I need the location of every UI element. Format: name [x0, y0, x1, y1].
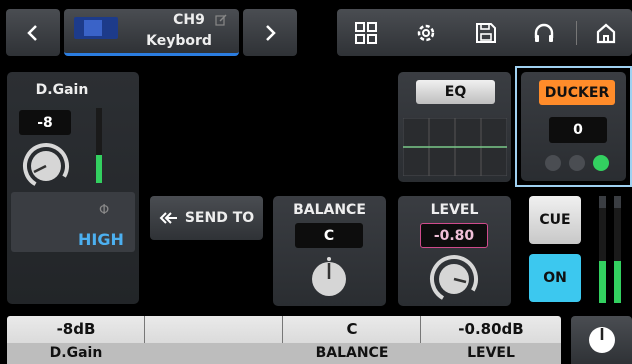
edit-icon[interactable]	[215, 14, 227, 26]
chevron-right-icon	[266, 24, 276, 41]
level-value: -0.80	[420, 223, 488, 248]
bottom-cell-balance[interactable]: C BALANCE	[283, 316, 421, 364]
bottom-cell-value: C	[346, 320, 358, 338]
balance-value: C	[295, 223, 363, 248]
knob-icon	[588, 327, 615, 353]
ducker-value: 0	[549, 117, 607, 143]
cue-button[interactable]: CUE	[529, 196, 581, 244]
overview-button[interactable]	[343, 9, 389, 56]
bottom-knob-button[interactable]	[571, 316, 632, 364]
next-channel-button[interactable]	[243, 9, 297, 56]
ducker-button[interactable]: DUCKER	[539, 80, 615, 105]
eq-curve-graph	[403, 118, 507, 176]
bottom-cell-level[interactable]: -0.80dB LEVEL	[421, 316, 561, 364]
balance-panel[interactable]: BALANCE C	[273, 196, 386, 306]
eq-button[interactable]: EQ	[416, 80, 495, 104]
dgain-panel[interactable]: D.Gain -8 Φ HIGH	[7, 72, 139, 304]
balance-knob[interactable]	[306, 256, 352, 302]
level-knob[interactable]	[429, 254, 479, 304]
home-button[interactable]	[583, 9, 629, 56]
headphones-icon	[534, 23, 554, 42]
level-title: LEVEL	[430, 202, 479, 218]
level-panel[interactable]: LEVEL -0.80	[398, 196, 511, 306]
channel-selector[interactable]: CH9 Keybord	[64, 9, 239, 56]
dgain-title: D.Gain	[35, 82, 89, 98]
bottom-parameter-bar: -8dB D.Gain C BALANCE -0.80dB LEVEL	[7, 316, 561, 364]
bottom-cell-label: LEVEL	[421, 343, 561, 364]
bottom-cell-label: D.Gain	[7, 343, 145, 364]
on-button[interactable]: ON	[529, 254, 581, 302]
grid-icon	[355, 21, 377, 44]
gear-icon	[417, 24, 435, 41]
channel-meter-right	[614, 196, 621, 303]
library-button[interactable]	[463, 9, 509, 56]
dgain-range-value: HIGH	[78, 230, 124, 249]
balance-title: BALANCE	[293, 202, 366, 218]
channel-meter-left	[599, 196, 606, 303]
channel-name: Keybord	[146, 33, 212, 49]
toolbar	[337, 9, 632, 56]
send-to-button[interactable]: SEND TO	[150, 196, 263, 240]
bottom-cell-label: BALANCE	[283, 343, 421, 364]
monitor-button[interactable]	[521, 9, 567, 56]
chevron-left-icon	[27, 24, 37, 41]
bottom-cell-value: -8dB	[56, 320, 96, 338]
bottom-cell-label	[145, 343, 283, 364]
channel-color-swatch	[74, 17, 118, 39]
send-to-label: SEND TO	[184, 210, 255, 226]
dgain-meter	[96, 108, 102, 183]
setup-button[interactable]	[403, 9, 449, 56]
bottom-cell-value: -0.80dB	[458, 320, 524, 338]
dgain-knob[interactable]	[22, 142, 70, 190]
bottom-cell-dgain[interactable]: -8dB D.Gain	[7, 316, 145, 364]
ducker-indicator-3	[593, 155, 609, 171]
home-icon	[596, 23, 616, 43]
ducker-indicator-1	[545, 155, 561, 171]
ducker-indicator-2	[569, 155, 585, 171]
eq-panel[interactable]: EQ	[398, 72, 511, 182]
ducker-panel[interactable]: DUCKER 0	[515, 66, 632, 187]
dgain-range-area[interactable]: Φ HIGH	[11, 192, 135, 252]
prev-channel-button[interactable]	[6, 9, 60, 56]
save-icon	[476, 22, 496, 43]
channel-id: CH9	[173, 12, 205, 28]
toolbar-divider	[576, 21, 577, 45]
phantom-icon: Φ	[99, 203, 110, 218]
bottom-cell-empty[interactable]	[145, 316, 283, 364]
send-back-icon	[159, 212, 177, 224]
dgain-value: -8	[19, 110, 71, 135]
